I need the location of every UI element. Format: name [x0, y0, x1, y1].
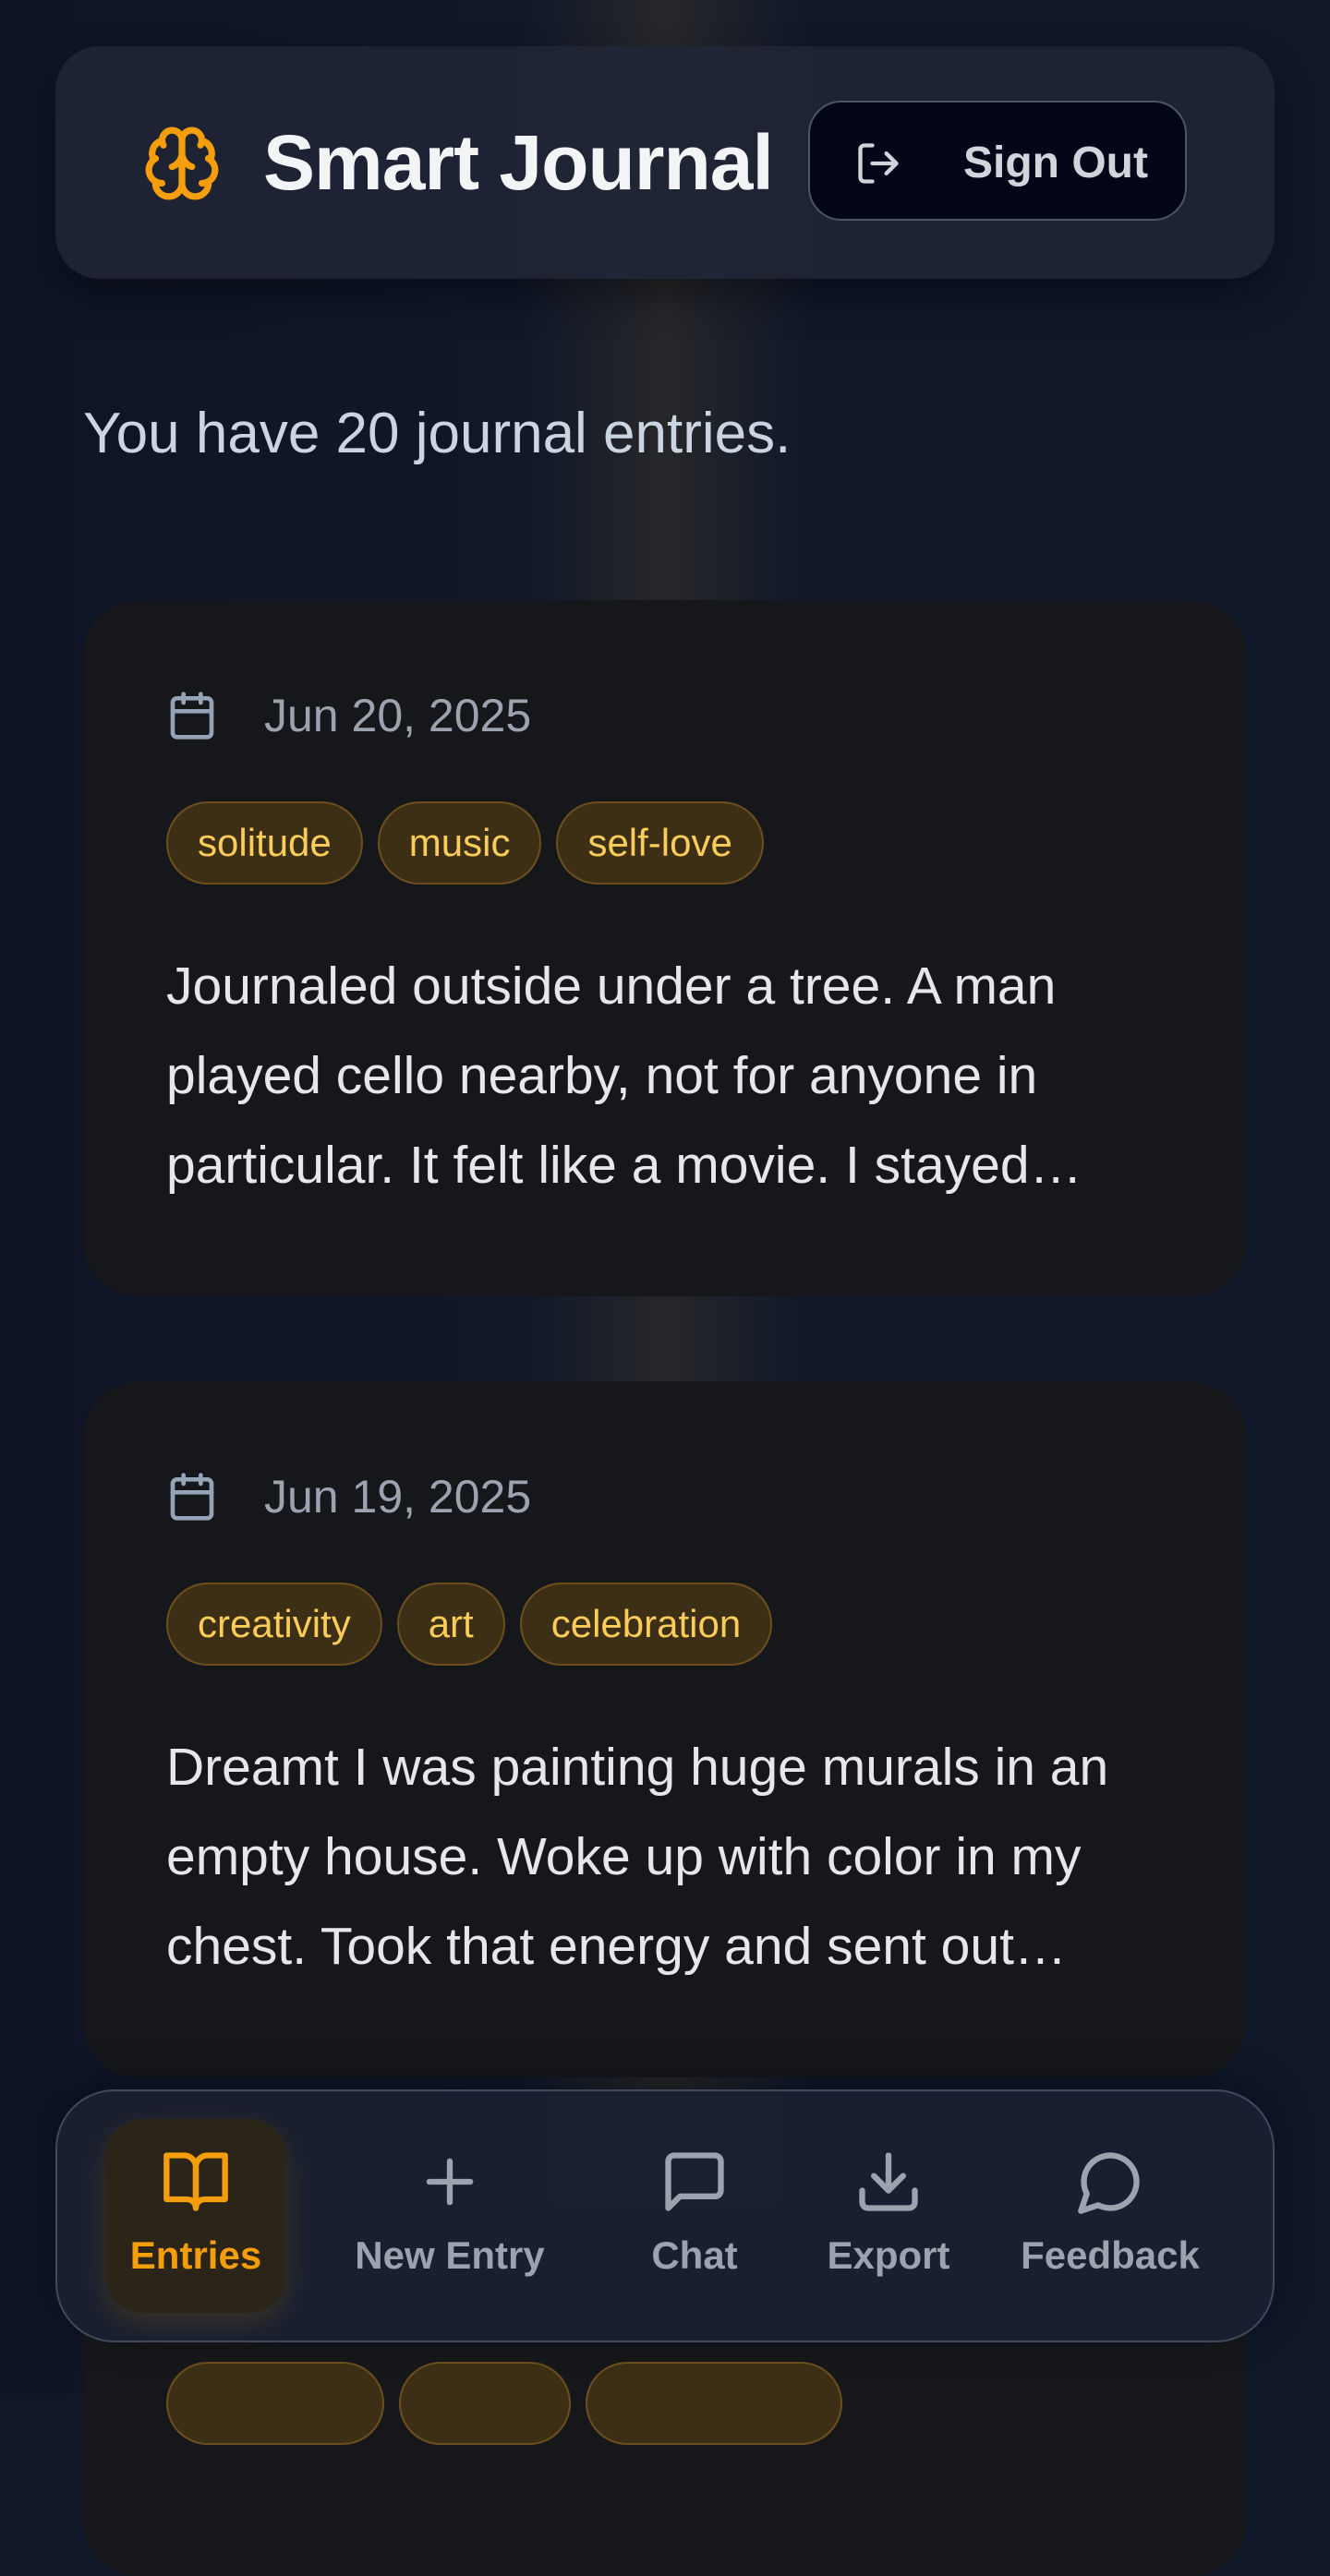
- message-square-icon: [665, 2152, 724, 2211]
- brain-icon: [145, 126, 219, 200]
- nav-label: Feedback: [1021, 2233, 1200, 2277]
- download-icon: [859, 2152, 918, 2211]
- entry-tags: solitude music self-love: [166, 801, 779, 885]
- app-title: Smart Journal: [263, 119, 774, 206]
- nav-export[interactable]: Export: [805, 2119, 972, 2313]
- entry-excerpt: Journaled outside under a tree. A man pl…: [166, 957, 1082, 1195]
- entry-tags: [166, 2362, 857, 2445]
- tag-chip-placeholder[interactable]: [399, 2362, 571, 2445]
- nav-entries[interactable]: Entries: [105, 2119, 286, 2313]
- nav-label: Export: [827, 2233, 950, 2277]
- tag-chip[interactable]: self-love: [556, 801, 764, 885]
- sign-out-label: Sign Out: [963, 138, 1148, 187]
- entry-date: Jun 19, 2025: [264, 1471, 532, 1523]
- journal-entry-card[interactable]: Jun 19, 2025 creativity art celebration …: [83, 1381, 1247, 2077]
- tag-chip-placeholder[interactable]: [166, 2362, 384, 2445]
- bottom-navigation: Entries New Entry Chat Export Feedback: [55, 2089, 1275, 2342]
- journal-entry-card[interactable]: Jun 20, 2025 solitude music self-love Jo…: [83, 600, 1247, 1296]
- plus-icon: [426, 2158, 474, 2206]
- calendar-icon: [170, 1473, 214, 1521]
- tag-chip[interactable]: solitude: [166, 801, 363, 885]
- entry-date-row: Jun 20, 2025: [166, 689, 531, 742]
- nav-label: New Entry: [355, 2233, 545, 2277]
- entry-date: Jun 20, 2025: [264, 690, 532, 741]
- entry-count-text: You have 20 journal entries.: [83, 402, 792, 465]
- nav-new-entry[interactable]: New Entry: [344, 2119, 556, 2313]
- nav-label: Chat: [651, 2233, 738, 2277]
- tag-chip[interactable]: creativity: [166, 1583, 382, 1666]
- entry-date-row: Jun 19, 2025: [166, 1470, 531, 1523]
- sign-out-button[interactable]: Sign Out: [808, 101, 1187, 221]
- nav-label: Entries: [129, 2233, 262, 2277]
- entry-tags: creativity art celebration: [166, 1583, 787, 1666]
- nav-chat[interactable]: Chat: [611, 2119, 778, 2313]
- message-circle-icon: [1078, 2152, 1140, 2214]
- tag-chip[interactable]: art: [396, 1583, 505, 1666]
- book-open-icon: [163, 2152, 228, 2211]
- log-out-icon: [858, 143, 899, 184]
- entry-excerpt: Dreamt I was painting huge murals in an …: [166, 1738, 1109, 1976]
- tag-chip[interactable]: celebration: [519, 1583, 773, 1666]
- tag-chip-placeholder[interactable]: [586, 2362, 842, 2445]
- calendar-icon: [170, 692, 214, 740]
- tag-chip[interactable]: music: [377, 801, 542, 885]
- app-header: Smart Journal Sign Out: [55, 46, 1275, 279]
- nav-feedback[interactable]: Feedback: [1009, 2119, 1212, 2313]
